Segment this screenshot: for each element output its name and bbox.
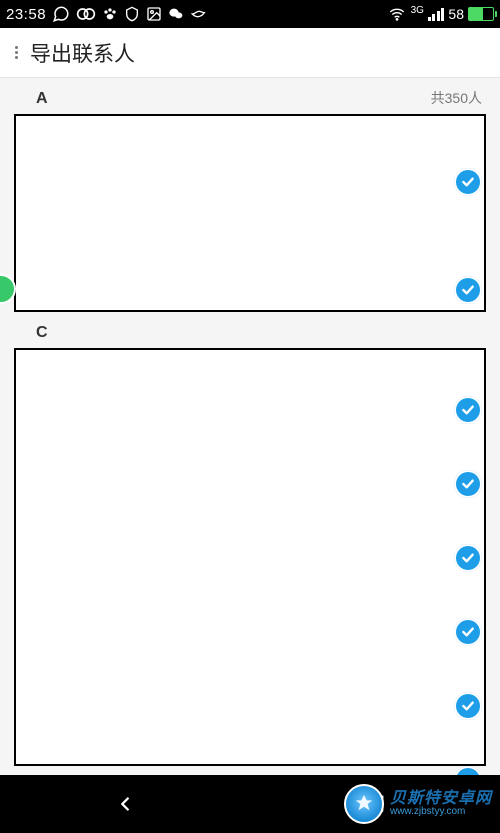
total-count: 共350人 bbox=[431, 88, 482, 108]
section-letter: A bbox=[36, 90, 48, 108]
battery-icon bbox=[468, 7, 494, 21]
select-check[interactable] bbox=[454, 618, 482, 646]
share-button[interactable] bbox=[345, 775, 405, 833]
select-check[interactable] bbox=[454, 692, 482, 720]
image-icon bbox=[146, 6, 162, 22]
section-header-a: A 共350人 bbox=[0, 78, 500, 112]
select-check[interactable] bbox=[454, 544, 482, 572]
checkmark-column-c bbox=[454, 396, 494, 775]
chat-bubble-icon bbox=[52, 5, 70, 23]
title-bar: 导出联系人 bbox=[0, 28, 500, 78]
wifi-icon bbox=[387, 6, 407, 22]
watermark-name: 贝斯特安卓网 bbox=[390, 791, 492, 807]
wechat-icon bbox=[168, 6, 184, 22]
menu-icon[interactable] bbox=[8, 46, 24, 59]
bird-icon bbox=[190, 6, 208, 22]
page-title: 导出联系人 bbox=[30, 38, 135, 68]
status-bar: 23:58 3G 58 bbox=[0, 0, 500, 28]
checkmark-column-a bbox=[454, 168, 494, 304]
back-button[interactable] bbox=[95, 775, 155, 833]
contact-group-c[interactable] bbox=[14, 348, 486, 766]
select-check[interactable] bbox=[454, 396, 482, 424]
select-check[interactable] bbox=[454, 766, 482, 775]
section-letter: C bbox=[36, 324, 48, 342]
network-type: 3G bbox=[411, 6, 424, 16]
select-check[interactable] bbox=[454, 470, 482, 498]
battery-percent: 58 bbox=[448, 6, 464, 22]
watermark-url: www.zjbstyy.com bbox=[390, 807, 492, 817]
select-check[interactable] bbox=[454, 168, 482, 196]
contact-group-a[interactable] bbox=[14, 114, 486, 312]
shield-icon bbox=[124, 6, 140, 22]
paw-icon bbox=[102, 6, 118, 22]
contact-list: A 共350人 C bbox=[0, 78, 500, 775]
circles-icon bbox=[76, 6, 96, 22]
bottom-nav: 贝斯特安卓网 www.zjbstyy.com bbox=[0, 775, 500, 833]
status-time: 23:58 bbox=[6, 6, 46, 23]
signal-icon bbox=[428, 7, 445, 21]
select-check[interactable] bbox=[454, 276, 482, 304]
section-header-c: C bbox=[0, 318, 500, 346]
